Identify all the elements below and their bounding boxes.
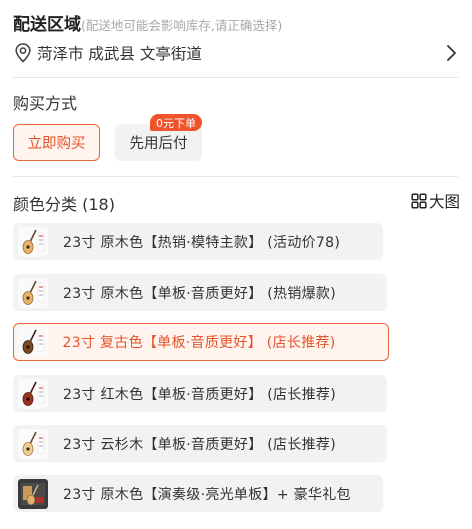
guitar-gift-pack-icon [18, 478, 48, 509]
color-option[interactable]: 23寸 云杉木【单板·音质更好】 (店长推荐) [13, 425, 387, 462]
chevron-right-icon[interactable] [444, 44, 458, 62]
guitar-spruce-icon [18, 428, 48, 459]
big-image-toggle[interactable]: 大图 [411, 191, 460, 211]
divider [13, 176, 458, 177]
color-option-label: 23寸 云杉木【单板·音质更好】 (店长推荐) [63, 436, 336, 453]
color-option-label: 23寸 红木色【单板·音质更好】 (店长推荐) [63, 386, 336, 403]
color-option-selected[interactable]: 23寸 复古色【单板·音质更好】 (店长推荐) [13, 323, 389, 361]
guitar-natural-icon [18, 277, 48, 308]
color-option-label: 23寸 原木色【单板·音质更好】 (热销爆款) [63, 285, 336, 302]
grid-view-icon [411, 193, 427, 209]
color-option[interactable]: 23寸 原木色【演奏级·亮光单板】+ 豪华礼包 [13, 475, 383, 512]
color-option[interactable]: 23寸 原木色【热销·模特主款】 (活动价78) [13, 223, 383, 260]
delivery-area-title: 配送区域(配送地可能会影响库存,请正确选择) [13, 10, 282, 35]
color-category-title: 颜色分类 (18) [13, 195, 115, 214]
color-option[interactable]: 23寸 原木色【单板·音质更好】 (热销爆款) [13, 274, 387, 311]
delivery-note: (配送地可能会影响库存,请正确选择) [81, 18, 283, 33]
location-pin-icon [13, 42, 33, 64]
buy-now-option[interactable]: 立即购买 [13, 124, 100, 161]
divider [13, 77, 458, 78]
color-option[interactable]: 23寸 红木色【单板·音质更好】 (店长推荐) [13, 375, 387, 412]
guitar-red-icon [18, 378, 48, 409]
guitar-vintage-icon [17, 327, 48, 357]
delivery-area-label: 配送区域 [13, 15, 81, 35]
guitar-natural-icon [18, 226, 48, 257]
color-option-label: 23寸 原木色【热销·模特主款】 (活动价78) [63, 234, 341, 251]
address-text: 菏泽市 成武县 文亭街道 [37, 45, 202, 63]
address-selector[interactable]: 菏泽市 成武县 文亭街道 [13, 40, 458, 66]
big-image-label: 大图 [428, 193, 460, 211]
color-option-label: 23寸 原木色【演奏级·亮光单板】+ 豪华礼包 [63, 486, 351, 503]
purchase-method-title: 购买方式 [13, 94, 78, 113]
zero-down-badge: 0元下单 [150, 114, 202, 131]
color-option-label: 23寸 复古色【单板·音质更好】 (店长推荐) [62, 335, 336, 351]
